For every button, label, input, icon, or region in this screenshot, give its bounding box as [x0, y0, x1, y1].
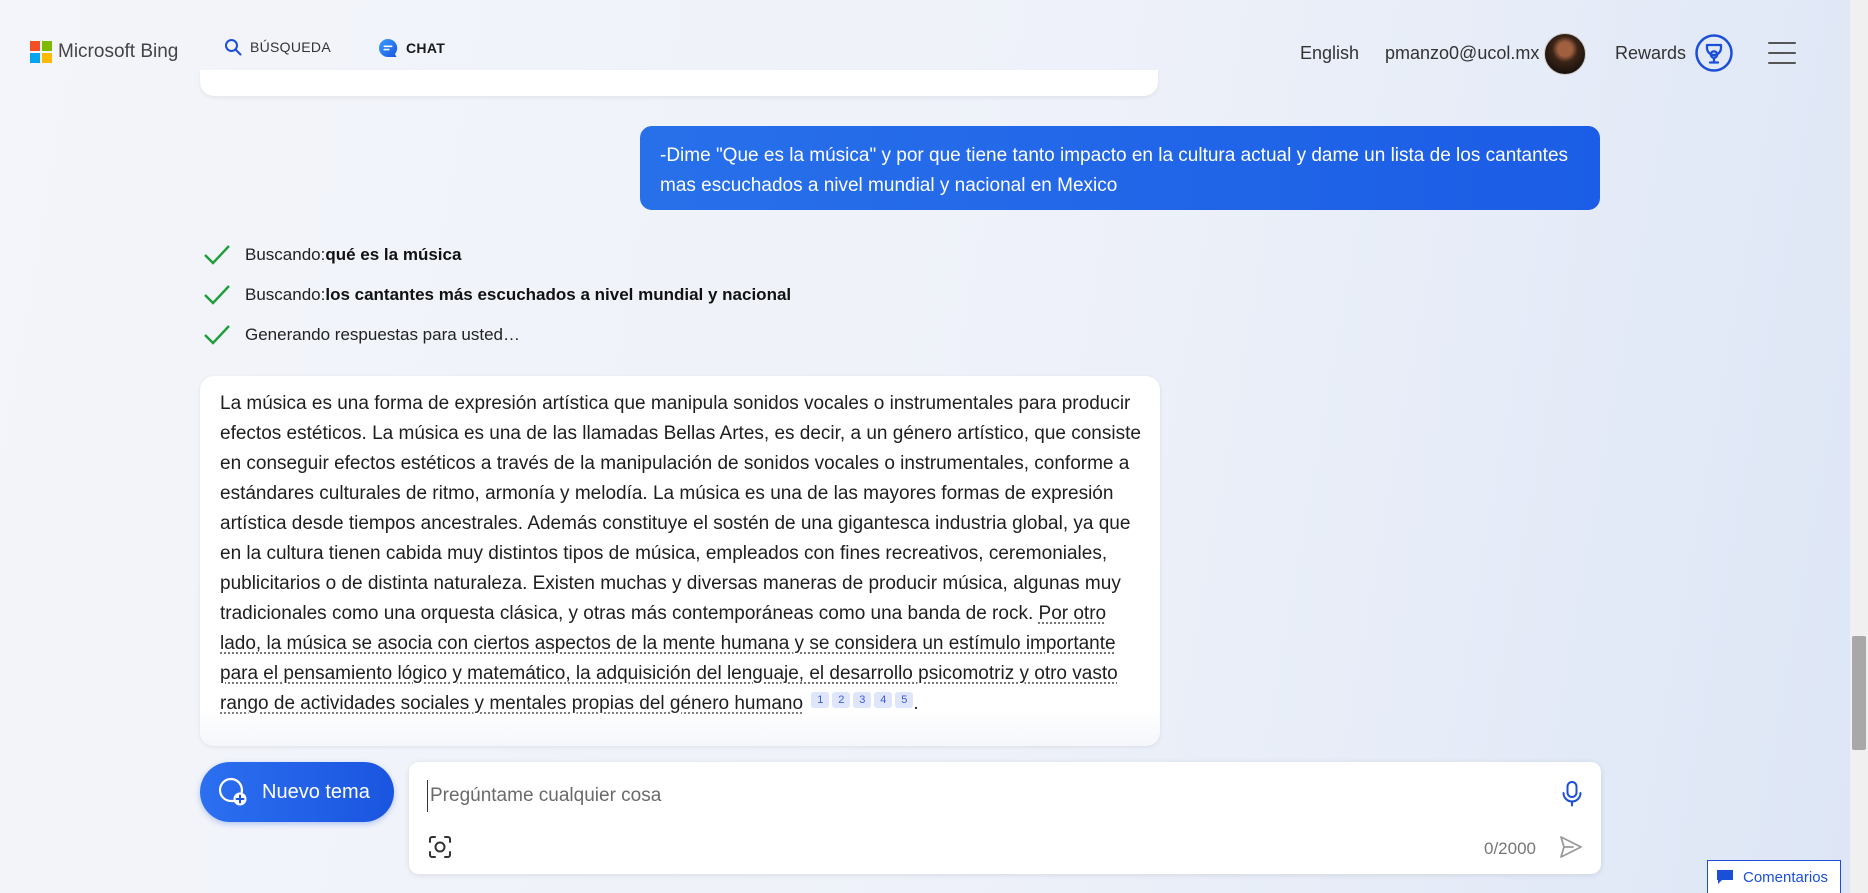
feedback-button[interactable]: Comentarios — [1707, 860, 1841, 893]
new-topic-label: Nuevo tema — [262, 780, 370, 803]
send-icon[interactable] — [1558, 834, 1584, 860]
citation-link[interactable]: 2 — [832, 692, 851, 708]
rewards-link[interactable]: Rewards — [1615, 43, 1686, 64]
step-prefix: Generando respuestas para usted… — [245, 325, 521, 344]
scrollbar-thumb[interactable] — [1852, 636, 1866, 750]
language-link[interactable]: English — [1300, 43, 1359, 64]
search-step: Buscando: los cantantes más escuchados a… — [203, 284, 791, 306]
citation-link[interactable]: 3 — [853, 692, 872, 708]
avatar[interactable] — [1544, 33, 1586, 75]
previous-message-card — [200, 70, 1158, 96]
microsoft-logo-icon — [30, 41, 52, 63]
search-icon — [225, 39, 242, 56]
step-prefix: Buscando: — [245, 245, 326, 264]
character-count: 0/2000 — [1484, 839, 1536, 858]
step-query: los cantantes más escuchados a nivel mun… — [325, 285, 792, 304]
checkmark-icon — [204, 245, 230, 265]
visual-search-icon[interactable] — [428, 835, 452, 859]
generating-step: Generando respuestas para usted… — [203, 324, 520, 346]
checkmark-icon — [204, 325, 230, 345]
chat-icon — [379, 38, 398, 57]
new-topic-icon — [218, 777, 247, 806]
user-email[interactable]: pmanzo0@ucol.mx — [1385, 43, 1539, 64]
citation-link[interactable]: 4 — [874, 692, 893, 708]
answer-text: La música es una forma de expresión artí… — [220, 389, 1145, 719]
checkmark-icon — [204, 285, 230, 305]
tab-search[interactable]: BÚSQUEDA — [224, 38, 331, 56]
microphone-icon[interactable] — [1560, 780, 1584, 808]
step-query: qué es la música — [325, 245, 462, 264]
step-prefix: Buscando: — [245, 285, 326, 304]
tab-chat-label: CHAT — [406, 40, 446, 56]
chat-input[interactable] — [427, 780, 1527, 812]
answer-fade-overlay — [200, 710, 1160, 746]
feedback-label: Comentarios — [1743, 868, 1829, 886]
user-message-bubble: -Dime "Que es la música" y por que tiene… — [640, 126, 1600, 210]
comment-icon — [1717, 870, 1733, 884]
tab-search-label: BÚSQUEDA — [250, 39, 331, 55]
rewards-trophy-icon[interactable] — [1694, 33, 1734, 73]
citation-link[interactable]: 5 — [895, 692, 914, 708]
hamburger-menu-icon[interactable] — [1768, 42, 1796, 64]
new-topic-button[interactable]: Nuevo tema — [200, 762, 394, 822]
brand-name: Microsoft Bing — [58, 41, 179, 62]
tab-chat[interactable]: CHAT — [378, 38, 445, 58]
citation-link[interactable]: 1 — [811, 692, 830, 708]
bing-logo-link[interactable]: Microsoft Bing — [30, 41, 178, 63]
answer-plain-text: La música es una forma de expresión artí… — [220, 393, 1141, 624]
chat-input-box: 0/2000 — [409, 762, 1601, 874]
search-step: Buscando: qué es la música — [203, 244, 461, 266]
bot-answer-card: La música es una forma de expresión artí… — [200, 376, 1160, 746]
scrollbar-track[interactable] — [1850, 0, 1868, 893]
